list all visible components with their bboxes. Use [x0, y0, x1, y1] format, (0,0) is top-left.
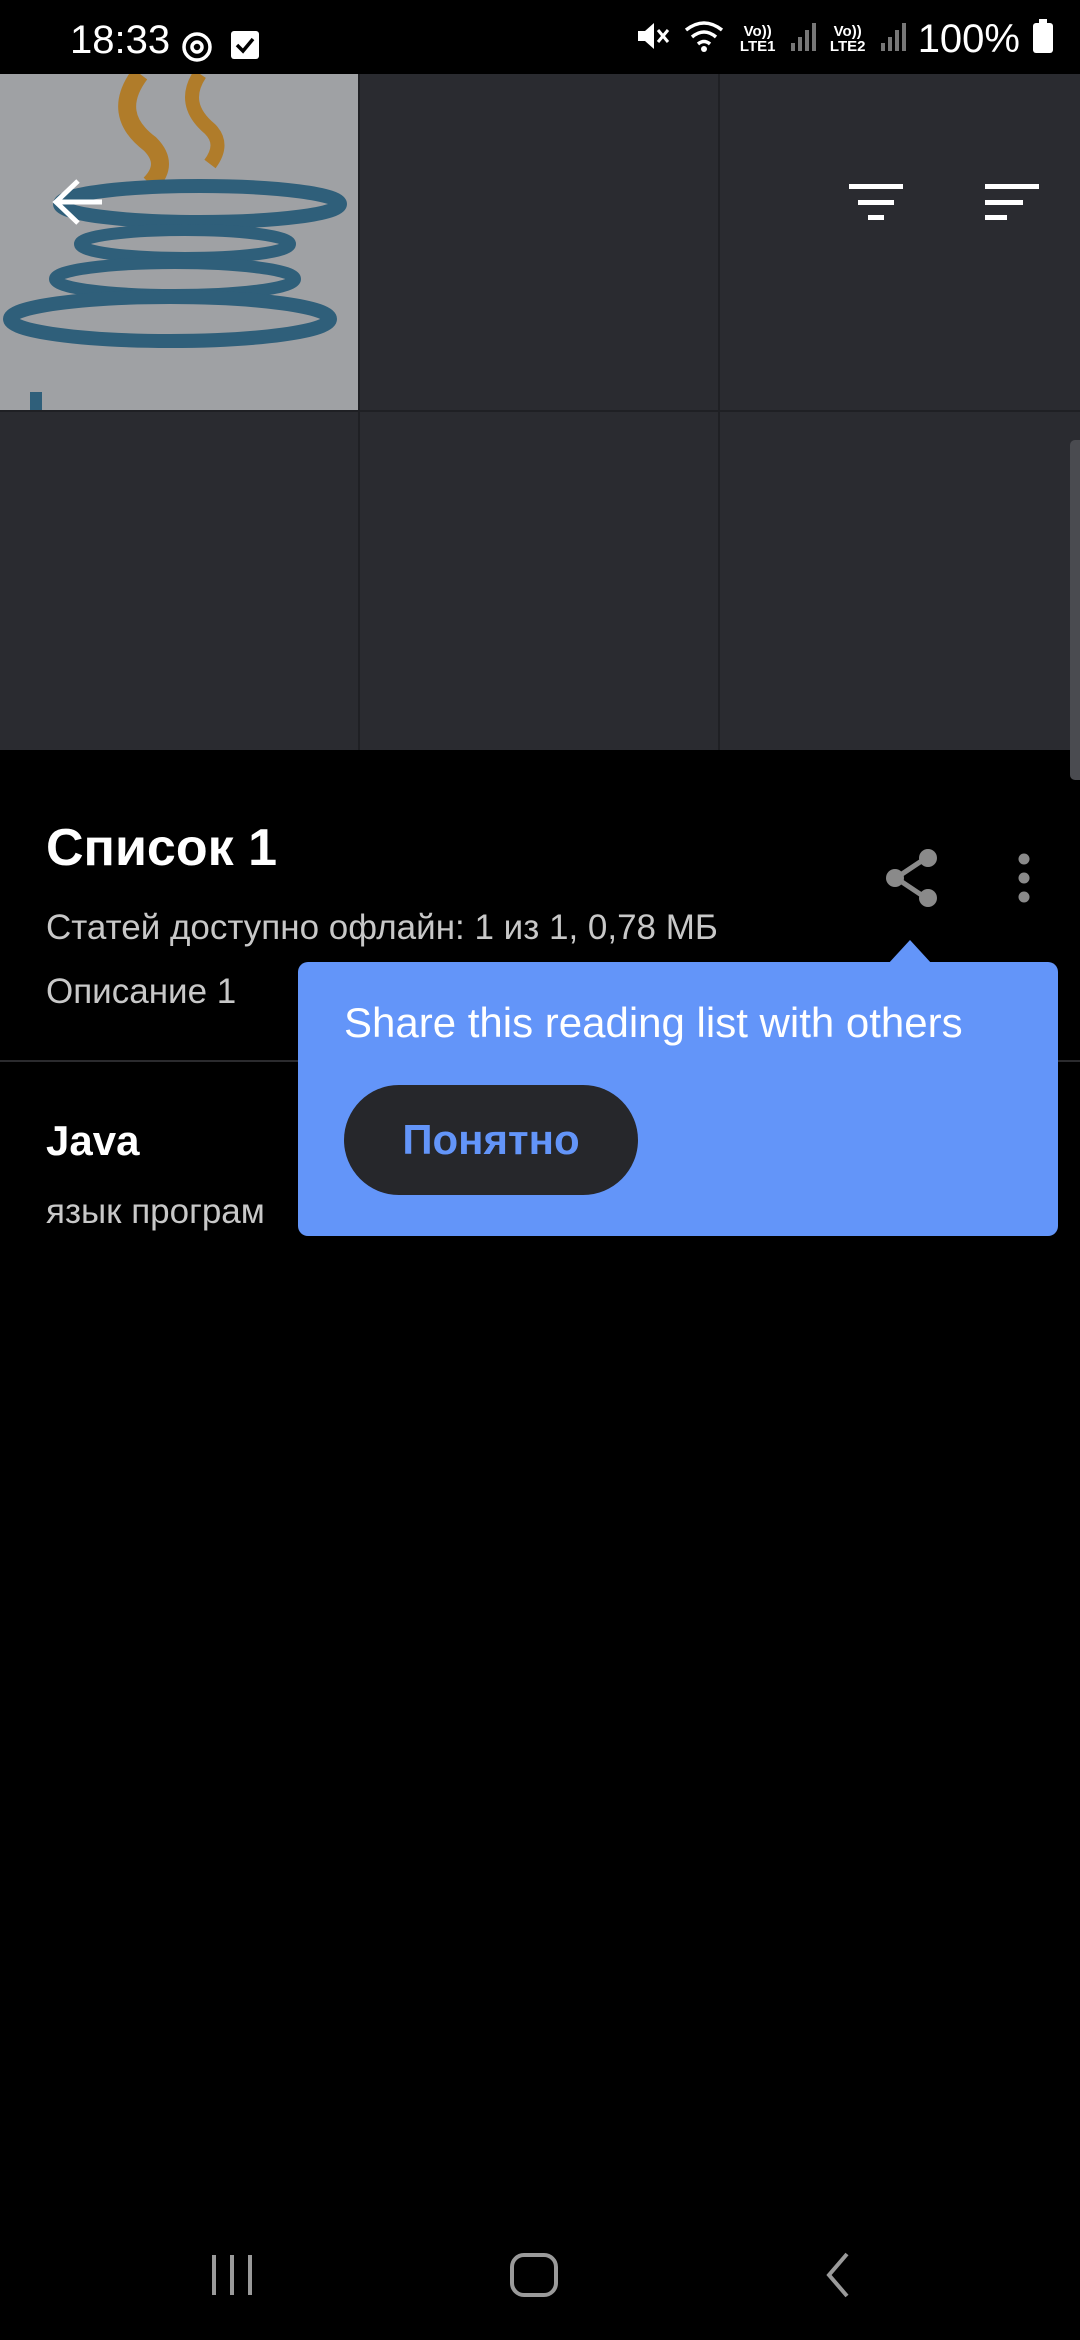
back-icon	[826, 2252, 849, 2298]
article-title: Java	[46, 1117, 140, 1164]
sort-icon	[985, 184, 1039, 220]
offline-stats: Статей доступно офлайн: 1 из 1, 0,78 МБ	[46, 908, 718, 947]
recents-button[interactable]	[182, 2240, 282, 2310]
check-box-icon	[230, 30, 260, 69]
cover-cell	[0, 412, 358, 750]
battery-icon	[1032, 19, 1054, 58]
status-left-icons	[180, 30, 260, 69]
lte1-label: Vo)) LTE1	[739, 22, 776, 55]
signal-icon	[790, 21, 816, 56]
back-nav-button[interactable]	[788, 2240, 888, 2310]
list-title: Список 1	[46, 819, 278, 877]
more-vert-icon	[1018, 853, 1030, 903]
list-description: Описание 1	[46, 972, 237, 1011]
more-options-button[interactable]	[1004, 838, 1044, 918]
cover-cell	[720, 74, 1080, 410]
article-description: язык програм	[46, 1192, 265, 1231]
signal-icon	[880, 21, 906, 56]
share-tooltip: Share this reading list with others Поня…	[298, 962, 1058, 1236]
cover-cell	[720, 412, 1080, 750]
status-right-icons: Vo)) LTE1 Vo)) LTE2 100%	[634, 18, 1054, 59]
filter-button[interactable]	[836, 162, 916, 242]
scrollbar[interactable]	[1070, 440, 1080, 780]
tooltip-arrow	[888, 940, 932, 964]
filter-icon	[849, 184, 903, 220]
cover-cell	[360, 412, 718, 750]
recents-icon	[212, 2255, 252, 2295]
status-bar: 18:33 Vo)) LTE1 Vo)) LTE2 100%	[0, 0, 1080, 74]
status-time: 18:33	[70, 18, 171, 62]
got-it-button[interactable]: Понятно	[344, 1085, 638, 1195]
battery-percent: 100%	[917, 16, 1020, 61]
arrow-back-icon	[52, 179, 102, 225]
share-button[interactable]	[872, 838, 952, 918]
cover-cell	[360, 74, 718, 410]
wifi-icon	[682, 18, 726, 59]
system-nav-bar	[0, 2210, 1080, 2340]
java-logo-icon	[0, 74, 358, 410]
sync-icon	[180, 30, 214, 69]
mute-icon	[634, 18, 670, 59]
home-button[interactable]	[484, 2240, 584, 2310]
article-thumbnail	[0, 74, 358, 410]
list-cover-grid	[0, 74, 1080, 750]
home-icon	[510, 2253, 558, 2297]
tooltip-text: Share this reading list with others	[344, 999, 963, 1046]
lte2-label: Vo)) LTE2	[829, 22, 866, 55]
sort-button[interactable]	[972, 162, 1052, 242]
share-icon	[886, 849, 937, 907]
back-button[interactable]	[38, 162, 118, 242]
